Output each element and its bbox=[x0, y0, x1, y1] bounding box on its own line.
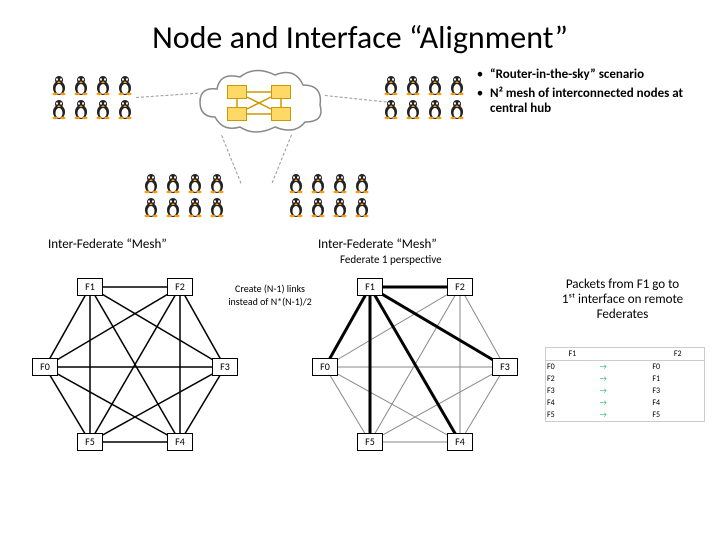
graph-node: F1 bbox=[77, 278, 103, 296]
node-cluster bbox=[48, 73, 136, 121]
table-row: F3→F3 bbox=[546, 385, 704, 397]
graph-node: F4 bbox=[167, 433, 193, 451]
graph-node: F2 bbox=[167, 278, 193, 296]
right-note-line: Federates bbox=[540, 307, 705, 322]
arrow-icon: → bbox=[599, 373, 652, 385]
interface-mapping-table: F1 F2 F0→F0 F2→F1 F3→F3 F4→F4 F5→F5 bbox=[545, 347, 705, 422]
slide-title: Node and Interface “Alignment” bbox=[0, 0, 720, 57]
graph-node: F1 bbox=[357, 278, 383, 296]
table-header bbox=[599, 348, 652, 360]
right-note: Packets from F1 go to 1ˢᵗ interface on r… bbox=[540, 277, 705, 322]
table-header: F1 bbox=[546, 348, 599, 360]
graph-node: F5 bbox=[357, 433, 383, 451]
right-note-line: 1ˢᵗ interface on remote bbox=[540, 292, 705, 307]
bullet-dot-icon: • bbox=[470, 67, 490, 82]
bullet-text: N² mesh of interconnected nodes at centr… bbox=[490, 86, 710, 116]
arrow-icon: → bbox=[599, 397, 652, 409]
node-cluster bbox=[140, 171, 228, 219]
link-line bbox=[136, 93, 198, 98]
star-mesh-graph: F1 F2 F3 F4 F5 F0 bbox=[300, 267, 520, 467]
lower-diagrams: Inter-Federate “Mesh” Inter-Federate “Me… bbox=[0, 237, 720, 537]
table-row: F4→F4 bbox=[546, 397, 704, 409]
graph-node: F5 bbox=[77, 433, 103, 451]
top-topology: •“Router-in-the-sky” scenario •N² mesh o… bbox=[0, 67, 720, 237]
mesh-right-title: Inter-Federate “Mesh” bbox=[318, 237, 437, 252]
table-header: F2 bbox=[651, 348, 704, 360]
arrow-icon: → bbox=[599, 409, 652, 421]
graph-node: F3 bbox=[212, 358, 238, 376]
arrow-icon: → bbox=[599, 385, 652, 397]
link-line bbox=[325, 95, 387, 102]
table-row: F5→F5 bbox=[546, 409, 704, 421]
node-cluster bbox=[380, 73, 468, 121]
graph-node: F4 bbox=[447, 433, 473, 451]
node-cluster bbox=[285, 171, 373, 219]
bullet-list: •“Router-in-the-sky” scenario •N² mesh o… bbox=[470, 67, 710, 120]
table-row: F0→F0 bbox=[546, 361, 704, 373]
graph-node: F0 bbox=[312, 358, 338, 376]
graph-node: F3 bbox=[492, 358, 518, 376]
bullet-text: “Router-in-the-sky” scenario bbox=[490, 67, 710, 82]
graph-node: F2 bbox=[447, 278, 473, 296]
arrow-icon: → bbox=[599, 361, 652, 373]
bullet-dot-icon: • bbox=[470, 86, 490, 116]
graph-node: F0 bbox=[32, 358, 58, 376]
mesh-left-title: Inter-Federate “Mesh” bbox=[48, 237, 167, 252]
full-mesh-graph: F1 F2 F3 F4 F5 F0 bbox=[20, 267, 240, 467]
mesh-right-subtitle: Federate 1 perspective bbox=[340, 253, 442, 266]
table-row: F2→F1 bbox=[546, 373, 704, 385]
central-hub-cloud bbox=[195, 67, 325, 137]
right-note-line: Packets from F1 go to bbox=[540, 277, 705, 292]
